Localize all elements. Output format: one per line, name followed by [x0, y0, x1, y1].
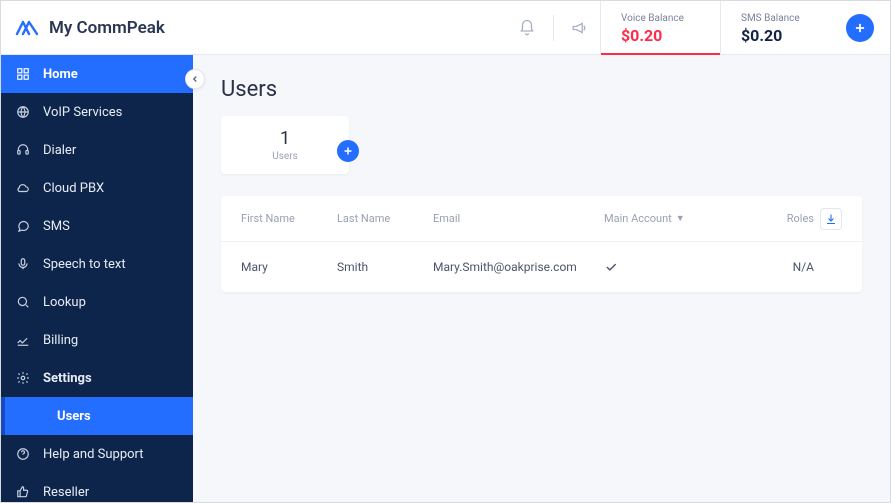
download-icon[interactable] [820, 208, 842, 230]
sidebar-item-label: SMS [43, 219, 70, 234]
mic-icon [15, 256, 31, 272]
sms-balance-value: $0.20 [741, 26, 820, 45]
col-last-name[interactable]: Last Name [337, 212, 433, 225]
sidebar-item-label: Settings [43, 371, 92, 386]
cloud-icon [15, 180, 31, 196]
billing-icon [15, 332, 31, 348]
chevron-down-icon: ▼ [676, 213, 685, 224]
gear-icon [15, 370, 31, 386]
divider [553, 15, 554, 41]
sidebar-item-label: Dialer [43, 143, 76, 158]
check-icon [604, 260, 618, 274]
sidebar-collapse-button[interactable] [185, 69, 205, 89]
sidebar-item-home[interactable]: Home [1, 55, 193, 93]
sidebar-item-billing[interactable]: Billing [1, 321, 193, 359]
voice-balance-value: $0.20 [621, 26, 700, 45]
sidebar-item-label: Help and Support [43, 447, 144, 462]
cell-email: Mary.Smith@oakprise.com [433, 260, 604, 274]
sidebar-subitem-users[interactable]: Users [1, 397, 193, 435]
col-roles[interactable]: Roles [744, 212, 814, 225]
cell-last-name: Smith [337, 260, 433, 274]
app-title: My CommPeak [49, 18, 165, 38]
add-user-button[interactable] [337, 140, 359, 162]
sidebar-item-lookup[interactable]: Lookup [1, 283, 193, 321]
page-title: Users [221, 77, 862, 102]
logo-icon [15, 16, 39, 40]
sms-balance[interactable]: SMS Balance $0.20 [720, 1, 840, 55]
sidebar-item-label: VoIP Services [43, 105, 122, 120]
table-row[interactable]: Mary Smith Mary.Smith@oakprise.com N/A [221, 242, 862, 292]
col-first-name[interactable]: First Name [241, 212, 337, 225]
sidebar-item-label: Speech to text [43, 257, 126, 272]
megaphone-icon[interactable] [560, 1, 600, 55]
sidebar-item-label: Home [43, 67, 78, 82]
sidebar-item-reseller[interactable]: Reseller [1, 473, 193, 502]
sidebar-subitem-label: Users [57, 409, 91, 424]
headset-icon [15, 142, 31, 158]
voice-balance-label: Voice Balance [621, 13, 700, 24]
grid-icon [15, 66, 31, 82]
cell-first-name: Mary [241, 260, 337, 274]
col-email[interactable]: Email [433, 212, 604, 225]
help-icon [15, 446, 31, 462]
sidebar-item-speech[interactable]: Speech to text [1, 245, 193, 283]
sidebar-item-cloudpbx[interactable]: Cloud PBX [1, 169, 193, 207]
col-main-account[interactable]: Main Account ▼ [604, 212, 744, 225]
add-balance-button[interactable] [846, 14, 874, 42]
sidebar-item-help[interactable]: Help and Support [1, 435, 193, 473]
sidebar-item-label: Lookup [43, 295, 86, 310]
sms-balance-label: SMS Balance [741, 13, 820, 24]
sidebar-item-sms[interactable]: SMS [1, 207, 193, 245]
globe-icon [15, 104, 31, 120]
cell-main-account [604, 260, 744, 274]
users-count-label: Users [272, 151, 298, 162]
users-table: First Name Last Name Email Main Account … [221, 196, 862, 292]
bell-icon[interactable] [507, 1, 547, 55]
users-count-value: 1 [280, 128, 290, 149]
voice-balance[interactable]: Voice Balance $0.20 [600, 1, 720, 55]
sidebar-item-label: Cloud PBX [43, 181, 104, 196]
thumbs-up-icon [15, 484, 31, 500]
search-icon [15, 294, 31, 310]
users-count-card: 1 Users [221, 116, 349, 174]
sidebar-item-voip[interactable]: VoIP Services [1, 93, 193, 131]
sidebar-item-dialer[interactable]: Dialer [1, 131, 193, 169]
sidebar-item-label: Reseller [43, 485, 89, 500]
sidebar-item-label: Billing [43, 333, 78, 348]
cell-roles: N/A [744, 260, 814, 274]
sidebar-item-settings[interactable]: Settings [1, 359, 193, 397]
chat-icon [15, 218, 31, 234]
